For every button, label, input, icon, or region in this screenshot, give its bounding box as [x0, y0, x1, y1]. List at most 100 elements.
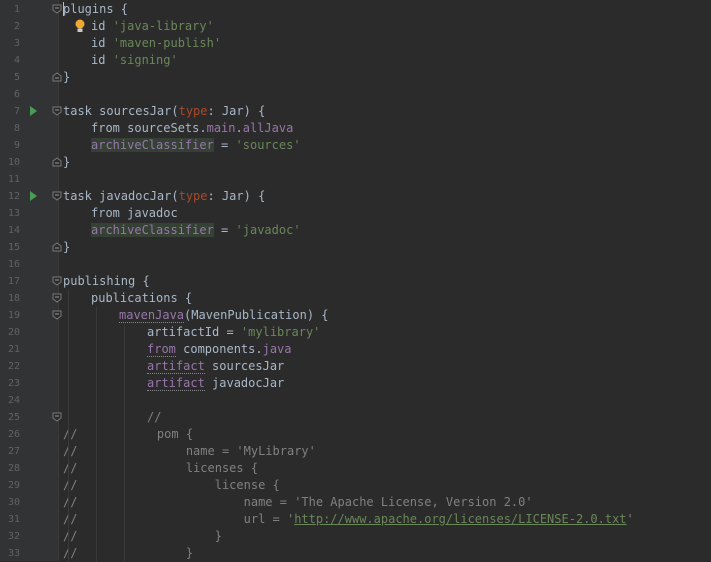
text-caret [63, 2, 64, 16]
code-line[interactable]: // } [63, 528, 222, 545]
line-number: 26 [7, 429, 20, 440]
code-line[interactable]: } [63, 239, 70, 256]
code-token: 'javadoc' [235, 223, 301, 237]
line-number: 6 [13, 89, 20, 100]
code-token: : Jar) { [207, 104, 266, 118]
line-number: 27 [7, 446, 20, 457]
code-line[interactable]: } [63, 69, 70, 86]
code-token: from [147, 342, 176, 357]
code-token: 'maven-publish' [112, 36, 222, 50]
code-token: } [63, 155, 71, 169]
line-number: 3 [13, 38, 20, 49]
line-number: 7 [13, 106, 20, 117]
code-token: 'sources' [235, 138, 301, 152]
code-line[interactable]: // pom { [63, 426, 193, 443]
code-line[interactable]: id 'maven-publish' [91, 35, 221, 52]
line-number: 32 [7, 531, 20, 542]
line-number: 23 [7, 378, 20, 389]
code-token: } [63, 70, 71, 84]
code-line[interactable]: archiveClassifier = 'sources' [91, 137, 301, 154]
code-line[interactable]: id 'signing' [91, 52, 178, 69]
line-number: 28 [7, 463, 20, 474]
code-line[interactable]: publishing { [63, 273, 150, 290]
line-number: 22 [7, 361, 20, 372]
code-token: mavenJava [119, 308, 185, 323]
line-number: 29 [7, 480, 20, 491]
code-token: id [91, 36, 113, 50]
line-number: 21 [7, 344, 20, 355]
code-line[interactable]: } [63, 154, 70, 171]
line-number: 8 [13, 123, 20, 134]
line-number: 5 [13, 72, 20, 83]
code-token: // [147, 410, 162, 424]
code-line[interactable]: from javadoc [91, 205, 178, 222]
line-number: 15 [7, 242, 20, 253]
line-number: 19 [7, 310, 20, 321]
code-line[interactable]: task sourcesJar(type: Jar) { [63, 103, 265, 120]
code-line[interactable]: artifact javadocJar [147, 375, 284, 392]
line-number-gutter[interactable]: 1 2 3 4 5 6 7 8 9 10 11 12 13 14 15 16 17 18 19 20 21 22 23 24 2… [0, 0, 62, 561]
line-number: 10 [7, 157, 20, 168]
code-line[interactable]: // licenses { [63, 460, 258, 477]
code-token: // } [63, 546, 194, 560]
line-number: 30 [7, 497, 20, 508]
code-token: main [206, 121, 236, 135]
code-line[interactable]: artifactId = 'mylibrary' [147, 324, 320, 341]
run-task-icon[interactable] [30, 106, 37, 116]
code-token: components. [175, 342, 263, 356]
code-line[interactable]: // name = 'The Apache License, Version 2… [63, 494, 533, 511]
code-token: artifact [147, 376, 205, 391]
code-line[interactable]: archiveClassifier = 'javadoc' [91, 222, 301, 239]
code-line[interactable]: from components.java [147, 341, 292, 358]
code-line[interactable]: // url = 'http://www.apache.org/licenses… [63, 511, 634, 528]
line-number: 16 [7, 259, 20, 270]
code-line[interactable]: publications { [91, 290, 192, 307]
line-number: 1 [13, 4, 20, 15]
code-token: publications { [91, 291, 193, 305]
code-line[interactable]: plugins { [63, 1, 128, 18]
code-token: 'mylibrary' [240, 325, 321, 339]
code-line[interactable]: from sourceSets.main.allJava [91, 120, 293, 137]
code-token: (MavenPublication) { [184, 308, 329, 322]
line-number: 4 [13, 55, 20, 66]
indent-guide [124, 324, 125, 562]
code-token: sourcesJar [204, 359, 285, 373]
line-number: 12 [7, 191, 20, 202]
code-area[interactable]: plugins {id 'java-library' id 'maven-publ… [58, 0, 711, 562]
code-token: task sourcesJar( [63, 104, 179, 118]
code-line[interactable]: id 'java-library' [91, 18, 214, 35]
code-token: plugins { [63, 2, 129, 16]
code-line[interactable]: // [147, 409, 161, 426]
line-number: 2 [13, 21, 20, 32]
indent-guide [68, 290, 69, 562]
line-number: 31 [7, 514, 20, 525]
code-token: // name = 'MyLibrary' [63, 444, 316, 458]
code-token: id [91, 19, 113, 33]
line-number: 9 [13, 140, 20, 151]
code-token: type [178, 104, 208, 118]
code-line[interactable]: // name = 'MyLibrary' [63, 443, 316, 460]
code-editor[interactable]: 1 2 3 4 5 6 7 8 9 10 11 12 13 14 15 16 17 18 19 20 21 22 23 24 2… [0, 0, 711, 562]
intention-bulb-icon[interactable] [74, 19, 86, 34]
code-token: = [213, 223, 236, 237]
code-line[interactable]: task javadocJar(type: Jar) { [63, 188, 265, 205]
line-number: 20 [7, 327, 20, 338]
code-line[interactable]: mavenJava(MavenPublication) { [119, 307, 329, 324]
code-token: allJava [242, 121, 294, 135]
code-token: archiveClassifier [91, 138, 214, 152]
code-token: // } [63, 529, 222, 543]
code-line[interactable]: artifact sourcesJar [147, 358, 284, 375]
line-number: 24 [7, 395, 20, 406]
code-token: // url = ' [63, 512, 295, 526]
code-token: java [262, 342, 292, 356]
code-token: artifactId = [147, 325, 241, 339]
code-token: archiveClassifier [91, 223, 214, 237]
line-number: 25 [7, 412, 20, 423]
code-token: ' [626, 512, 634, 526]
code-token: id [91, 53, 113, 67]
code-token: javadocJar [204, 376, 285, 390]
code-token: // name = 'The Apache License, Version 2… [63, 495, 533, 509]
run-task-icon[interactable] [30, 191, 37, 201]
code-token: from sourceSets. [91, 121, 207, 135]
code-line[interactable]: // } [63, 545, 193, 562]
